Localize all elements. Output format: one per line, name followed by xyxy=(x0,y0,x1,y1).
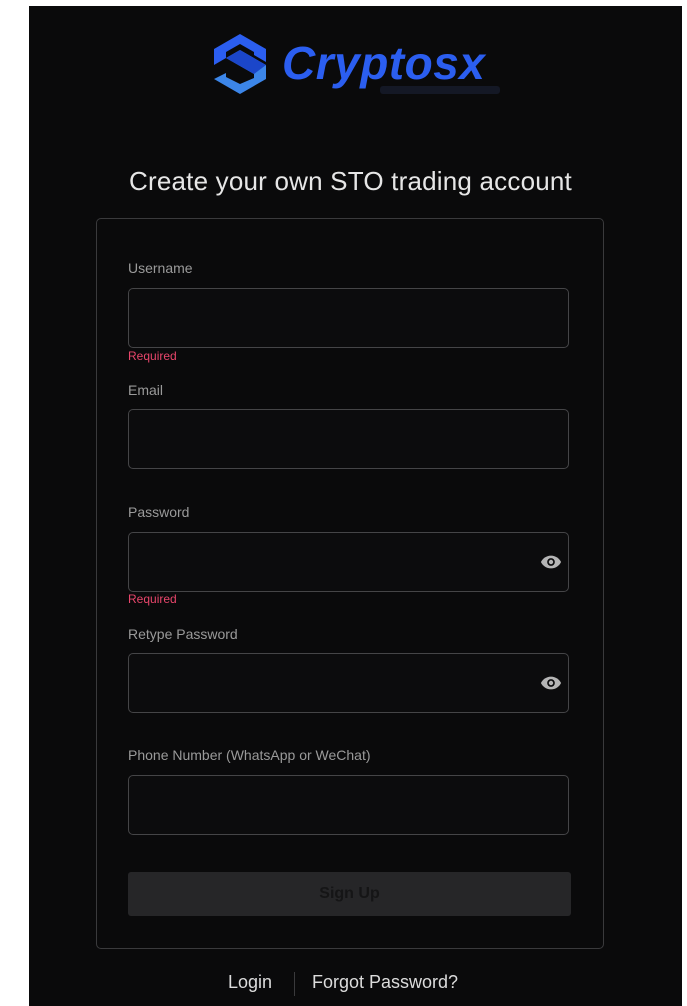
email-field[interactable] xyxy=(128,409,569,469)
retype-password-label: Retype Password xyxy=(128,626,238,642)
retype-password-input[interactable] xyxy=(129,654,568,712)
brand-tagline-mark xyxy=(380,86,500,94)
password-input[interactable] xyxy=(129,533,568,591)
footer-divider xyxy=(294,972,295,996)
login-link[interactable]: Login xyxy=(228,972,272,993)
eye-icon[interactable] xyxy=(540,551,562,573)
retype-password-field[interactable] xyxy=(128,653,569,713)
password-label: Password xyxy=(128,504,190,520)
password-error: Required xyxy=(128,592,177,606)
brand-name: Cryptosx xyxy=(282,37,486,89)
page-title: Create your own STO trading account xyxy=(129,166,572,196)
phone-field[interactable] xyxy=(128,775,569,835)
phone-input[interactable] xyxy=(129,776,568,834)
eye-icon[interactable] xyxy=(540,672,562,694)
password-field[interactable] xyxy=(128,532,569,592)
brand-logo: Cryptosx xyxy=(210,26,510,101)
cryptosx-logo-icon xyxy=(214,34,266,94)
forgot-password-link[interactable]: Forgot Password? xyxy=(312,972,458,993)
phone-label: Phone Number (WhatsApp or WeChat) xyxy=(128,747,371,763)
email-label: Email xyxy=(128,382,164,398)
username-error: Required xyxy=(128,349,177,363)
signup-form: Username Required Email Password Require… xyxy=(96,218,604,949)
username-input[interactable] xyxy=(129,289,568,347)
signup-screen: Cryptosx Create your own STO trading acc… xyxy=(29,6,682,1006)
email-input[interactable] xyxy=(129,410,568,468)
sign-up-button[interactable]: Sign Up xyxy=(128,872,571,916)
username-field[interactable] xyxy=(128,288,569,348)
username-label: Username xyxy=(128,260,193,276)
